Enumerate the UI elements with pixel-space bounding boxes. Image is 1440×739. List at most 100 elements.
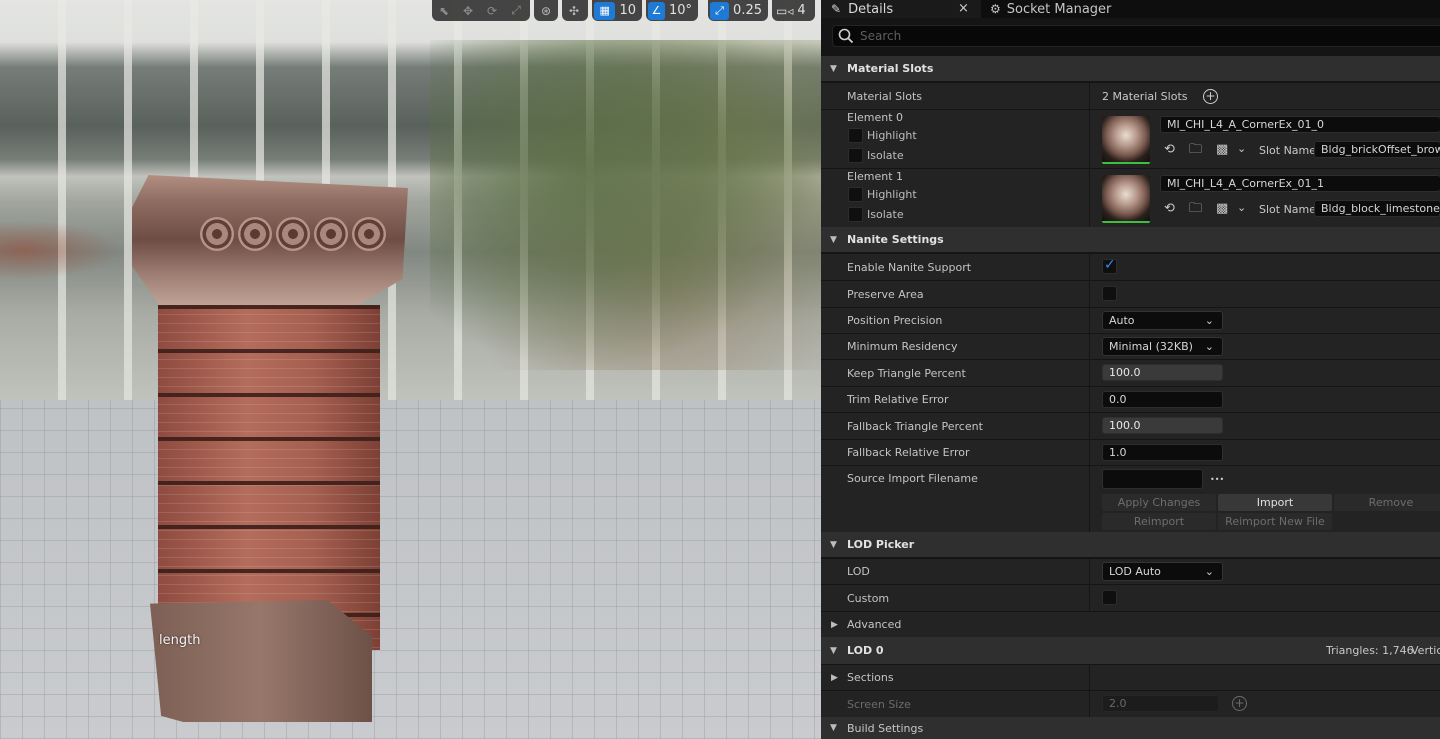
lod-dropdown[interactable]: LOD Auto ⌄	[1102, 562, 1223, 581]
surface-snap-toggle[interactable]: ✣	[562, 0, 588, 21]
chevron-down-icon[interactable]: ⌄	[1237, 202, 1246, 213]
minimum-residency-dropdown[interactable]: Minimal (32KB) ⌄	[1102, 337, 1223, 356]
background-trees	[430, 40, 821, 370]
preserve-area-checkbox[interactable]	[1102, 286, 1117, 301]
camera-speed-control[interactable]: ▭◃ 4	[772, 0, 815, 21]
browse-folder-icon[interactable]: 🗀	[1189, 202, 1202, 215]
highlight-checkbox[interactable]	[848, 128, 863, 143]
row-advanced[interactable]: ▶ Advanced	[821, 611, 1440, 637]
rotate-snap-control[interactable]: ∠ 10°	[646, 0, 698, 21]
grid-snap-control[interactable]: ▦ 10	[592, 0, 642, 21]
column-divider[interactable]	[1089, 440, 1090, 465]
highlight-checkbox[interactable]	[848, 187, 863, 202]
scale-icon[interactable]: ⤢	[504, 0, 528, 21]
column-divider[interactable]	[1089, 110, 1090, 168]
source-import-filename-input[interactable]	[1102, 469, 1203, 489]
scale-snap-control[interactable]: ⤢ 0.25	[708, 0, 768, 21]
apply-changes-button[interactable]: Apply Changes	[1102, 494, 1216, 511]
checker-icon[interactable]: ▩	[1216, 143, 1228, 156]
column-divider[interactable]	[1089, 360, 1090, 386]
custom-checkbox[interactable]	[1102, 590, 1117, 605]
collapse-arrow-icon: ▼	[830, 234, 837, 245]
column-divider[interactable]	[1089, 413, 1090, 439]
slot-name-input[interactable]: Bldg_block_limestone_bro	[1314, 200, 1440, 217]
rotate-snap-icon[interactable]: ∠	[648, 1, 665, 20]
import-button[interactable]: Import	[1218, 494, 1332, 511]
keep-triangle-percent-input[interactable]: 100.0	[1102, 364, 1223, 381]
category-material-slots[interactable]: ▼ Material Slots	[821, 56, 1440, 81]
category-lod-picker[interactable]: ▼ LOD Picker	[821, 532, 1440, 557]
column-divider[interactable]	[1089, 169, 1090, 227]
grid-snap-icon[interactable]: ▦	[594, 1, 616, 20]
rotate-icon[interactable]: ⟳	[480, 0, 504, 21]
socket-icon: ⚙	[990, 2, 1001, 16]
column-divider[interactable]	[1089, 466, 1090, 532]
column-divider[interactable]	[1089, 387, 1090, 412]
category-lod-0[interactable]: ▼ LOD 0 Triangles: 1,746 Vertic	[821, 637, 1440, 664]
scale-snap-icon[interactable]: ⤢	[710, 1, 730, 20]
browse-file-button[interactable]: •••	[1210, 475, 1224, 484]
slot-name-input[interactable]: Bldg_brickOffset_brown	[1314, 141, 1440, 158]
tab-socket-manager[interactable]: ⚙ Socket Manager	[986, 0, 1111, 18]
column-divider[interactable]	[1089, 691, 1090, 717]
category-nanite-settings[interactable]: ▼ Nanite Settings	[821, 227, 1440, 252]
row-sections[interactable]: ▶ Sections	[821, 664, 1440, 690]
search-box[interactable]	[832, 25, 1440, 47]
select-icon[interactable]: ⬉	[432, 0, 456, 21]
column-divider[interactable]	[1089, 559, 1090, 584]
add-icon[interactable]: +	[1232, 696, 1247, 711]
column-divider[interactable]	[1089, 308, 1090, 333]
search-input[interactable]	[860, 29, 1420, 43]
isolate-checkbox[interactable]	[848, 148, 863, 163]
close-icon[interactable]: ×	[958, 0, 969, 18]
property-label: Position Precision	[847, 314, 943, 327]
property-label: Source Import Filename	[847, 472, 978, 485]
pillar-base[interactable]	[150, 600, 372, 722]
grid-snap-value[interactable]: 10	[615, 3, 642, 18]
trim-relative-error-input[interactable]: 0.0	[1102, 391, 1223, 408]
column-divider[interactable]	[1089, 334, 1090, 359]
tab-details[interactable]: ✎ Details	[821, 0, 981, 18]
reimport-button[interactable]: Reimport	[1102, 513, 1216, 530]
add-material-slot-icon[interactable]: +	[1203, 89, 1218, 104]
chevron-down-icon: ⌄	[1204, 314, 1214, 327]
row-element-0: Element 0 Highlight Isolate MI_CHI_L4_A_…	[821, 109, 1440, 168]
fallback-triangle-percent-input[interactable]: 100.0	[1102, 417, 1223, 434]
translate-icon[interactable]: ✥	[456, 0, 480, 21]
browse-folder-icon[interactable]: 🗀	[1189, 143, 1202, 156]
column-divider[interactable]	[1089, 83, 1090, 109]
checker-icon[interactable]: ▩	[1216, 202, 1228, 215]
rotate-snap-value[interactable]: 10°	[665, 3, 698, 18]
pencil-icon: ✎	[831, 2, 842, 16]
tab-socket-manager-label: Socket Manager	[1006, 1, 1112, 17]
position-precision-dropdown[interactable]: Auto ⌄	[1102, 311, 1223, 330]
category-build-settings[interactable]: ▼ Build Settings	[821, 717, 1440, 739]
material-thumbnail[interactable]	[1102, 175, 1150, 223]
material-thumbnail[interactable]	[1102, 116, 1150, 164]
level-viewport[interactable]: length ⬉ ✥ ⟳ ⤢ ⊛ ✣ ▦ 10 ∠ 10° ⤢ 0.25 ▭◃ …	[0, 0, 821, 739]
use-selected-icon[interactable]: ⟲	[1164, 202, 1175, 215]
row-source-import-filename: Source Import Filename ••• Apply Changes…	[821, 465, 1440, 532]
camera-speed-value[interactable]: 4	[793, 3, 811, 18]
column-divider[interactable]	[1089, 585, 1090, 611]
column-divider[interactable]	[1089, 665, 1090, 690]
column-divider[interactable]	[1089, 254, 1090, 280]
scale-snap-value[interactable]: 0.25	[729, 3, 768, 18]
pillar-brick-body[interactable]	[158, 305, 380, 650]
enable-nanite-checkbox[interactable]	[1102, 257, 1117, 274]
vertex-count: Vertic	[1411, 644, 1440, 657]
column-divider[interactable]	[1089, 281, 1090, 307]
screen-size-input[interactable]: 2.0	[1102, 695, 1219, 712]
viewport-label: length	[159, 633, 201, 648]
material-asset-field[interactable]: MI_CHI_L4_A_CornerEx_01_1	[1160, 175, 1440, 192]
remove-button[interactable]: Remove	[1334, 494, 1440, 511]
world-local-toggle[interactable]: ⊛	[534, 0, 558, 21]
isolate-checkbox[interactable]	[848, 207, 863, 222]
camera-speed-icon[interactable]: ▭◃	[776, 4, 793, 18]
fallback-relative-error-input[interactable]: 1.0	[1102, 444, 1223, 461]
reimport-new-file-button[interactable]: Reimport New File	[1218, 513, 1332, 530]
isolate-label: Isolate	[867, 208, 904, 221]
chevron-down-icon[interactable]: ⌄	[1237, 143, 1246, 154]
use-selected-icon[interactable]: ⟲	[1164, 143, 1175, 156]
material-asset-field[interactable]: MI_CHI_L4_A_CornerEx_01_0	[1160, 116, 1440, 133]
